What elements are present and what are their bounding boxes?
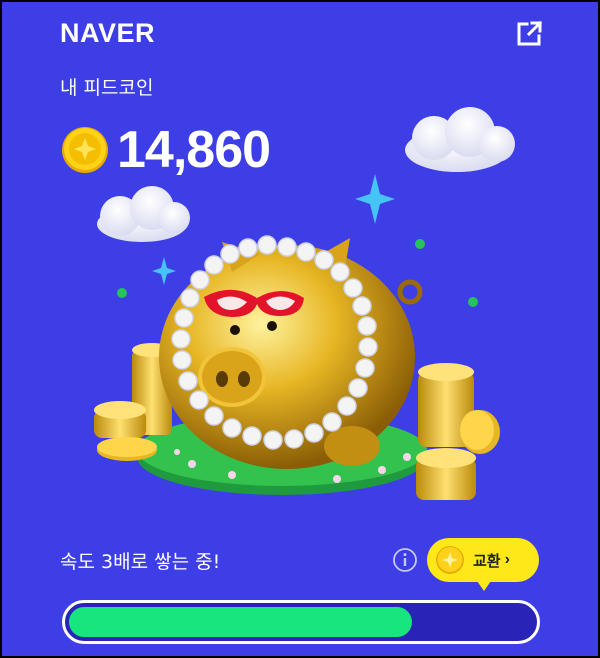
accumulation-status-text: 속도 3배로 쌓는 중! bbox=[60, 551, 221, 573]
chevron-right-icon: › bbox=[504, 551, 510, 568]
cloud-left bbox=[97, 186, 190, 242]
screen: NAVER 내 피드코인 14,860 속도 3배로 쌓는 중! 교환 › bbox=[0, 0, 600, 658]
exchange-label: 교환 bbox=[473, 551, 501, 570]
coin-icon bbox=[436, 546, 464, 574]
exchange-button[interactable]: 교환 › bbox=[427, 538, 539, 591]
share-external-icon[interactable] bbox=[514, 19, 544, 49]
naver-logo: NAVER bbox=[60, 18, 156, 48]
cloud-right bbox=[405, 107, 515, 172]
coin-progress-bar bbox=[62, 600, 540, 644]
info-icon[interactable] bbox=[392, 547, 418, 573]
progress-fill bbox=[69, 607, 412, 637]
wallet-title: 내 피드코인 bbox=[60, 77, 154, 99]
golden-piggy-bank-illustration bbox=[94, 107, 515, 500]
